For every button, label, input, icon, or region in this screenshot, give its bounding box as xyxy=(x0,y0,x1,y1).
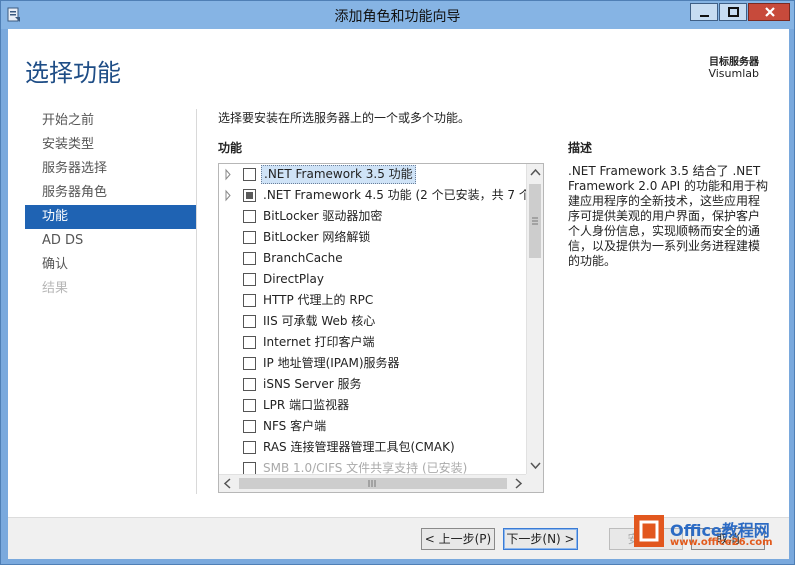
feature-row-net35[interactable]: .NET Framework 3.5 功能 xyxy=(219,164,527,185)
scroll-down-icon[interactable] xyxy=(527,457,544,474)
nav-divider xyxy=(196,109,197,494)
watermark: Office教程网 www.office26.com xyxy=(634,515,794,565)
feature-checkbox[interactable] xyxy=(243,252,256,265)
feature-checkbox[interactable] xyxy=(243,441,256,454)
feature-row-net45[interactable]: .NET Framework 4.5 功能 (2 个已安装，共 7 个) xyxy=(219,185,527,206)
feature-checkbox[interactable] xyxy=(243,336,256,349)
maximize-button[interactable] xyxy=(719,3,747,21)
nav-item-installation-type[interactable]: 安装类型 xyxy=(25,133,196,157)
grip-icon xyxy=(368,480,376,487)
minimize-button[interactable] xyxy=(690,3,718,21)
instruction-text: 选择要安装在所选服务器上的一个或多个功能。 xyxy=(218,111,471,125)
feature-label: SMB 1.0/CIFS 文件共享支持 (已安装) xyxy=(263,461,468,474)
title-bar[interactable]: 添加角色和功能向导 xyxy=(1,1,794,29)
feature-checkbox[interactable] xyxy=(243,462,256,474)
expand-arrow-icon[interactable] xyxy=(223,164,233,185)
feature-checkbox[interactable] xyxy=(243,210,256,223)
vertical-scroll-thumb[interactable] xyxy=(529,184,541,258)
feature-label: HTTP 代理上的 RPC xyxy=(263,293,374,307)
scrollbar-corner xyxy=(526,474,543,492)
target-server-value: Visumlab xyxy=(708,67,759,80)
grip-icon xyxy=(532,217,538,225)
scroll-up-icon[interactable] xyxy=(527,164,544,181)
wizard-steps-nav: 开始之前 安装类型 服务器选择 服务器角色 功能 AD DS 确认 结果 xyxy=(25,109,196,301)
feature-label: .NET Framework 4.5 功能 (2 个已安装，共 7 个) xyxy=(263,188,527,202)
feature-label: Internet 打印客户端 xyxy=(263,335,375,349)
description-heading: 描述 xyxy=(568,141,593,155)
vertical-scrollbar[interactable] xyxy=(526,164,543,474)
horizontal-scroll-thumb[interactable] xyxy=(239,478,507,489)
feature-checkbox[interactable] xyxy=(243,315,256,328)
feature-checkbox[interactable] xyxy=(243,420,256,433)
target-server-label: 目标服务器 xyxy=(709,57,759,68)
feature-row-lpr-port-monitor[interactable]: LPR 端口监视器 xyxy=(219,395,527,416)
feature-checkbox[interactable] xyxy=(243,294,256,307)
feature-checkbox[interactable] xyxy=(243,273,256,286)
feature-label: DirectPlay xyxy=(263,272,324,286)
feature-checkbox[interactable] xyxy=(243,189,256,202)
feature-checkbox[interactable] xyxy=(243,357,256,370)
close-icon xyxy=(765,7,775,17)
nav-item-results: 结果 xyxy=(42,281,69,296)
features-tree[interactable]: .NET Framework 3.5 功能 .NET Framework 4.5… xyxy=(218,163,544,493)
feature-row-ipam[interactable]: IP 地址管理(IPAM)服务器 xyxy=(219,353,527,374)
feature-checkbox[interactable] xyxy=(243,378,256,391)
previous-button[interactable]: < 上一步(P) xyxy=(421,528,495,550)
feature-label: iSNS Server 服务 xyxy=(263,377,362,391)
feature-row-isns[interactable]: iSNS Server 服务 xyxy=(219,374,527,395)
feature-label: BitLocker 驱动器加密 xyxy=(263,209,383,223)
nav-item-confirmation[interactable]: 确认 xyxy=(25,253,196,277)
feature-row-branchcache[interactable]: BranchCache xyxy=(219,248,527,269)
feature-row-rpc-over-http[interactable]: HTTP 代理上的 RPC xyxy=(219,290,527,311)
scroll-left-icon[interactable] xyxy=(219,475,236,492)
nav-item-features[interactable]: 功能 xyxy=(25,205,196,229)
minimize-icon xyxy=(700,15,709,17)
nav-item-server-selection[interactable]: 服务器选择 xyxy=(25,157,196,181)
office-logo-icon xyxy=(634,515,664,547)
feature-label: LPR 端口监视器 xyxy=(263,398,350,412)
nav-item-server-roles[interactable]: 服务器角色 xyxy=(25,181,196,205)
feature-label: BranchCache xyxy=(263,251,343,265)
features-heading: 功能 xyxy=(218,141,243,155)
description-text: .NET Framework 3.5 结合了 .NET Framework 2.… xyxy=(568,164,768,268)
feature-row-bitlocker-drive[interactable]: BitLocker 驱动器加密 xyxy=(219,206,527,227)
feature-label: IP 地址管理(IPAM)服务器 xyxy=(263,356,400,370)
feature-row-smb1[interactable]: SMB 1.0/CIFS 文件共享支持 (已安装) xyxy=(219,458,527,474)
wizard-window: 添加角色和功能向导 选择功能 目标服务器 Visumlab 开始之前 安装类型 … xyxy=(0,0,795,565)
feature-checkbox[interactable] xyxy=(243,399,256,412)
feature-checkbox[interactable] xyxy=(243,231,256,244)
nav-item-before-you-begin[interactable]: 开始之前 xyxy=(25,109,196,133)
scroll-right-icon[interactable] xyxy=(510,475,527,492)
watermark-url: www.office26.com xyxy=(670,537,773,548)
page-title: 选择功能 xyxy=(25,59,121,87)
horizontal-scrollbar[interactable] xyxy=(219,474,527,492)
nav-item-ad-ds[interactable]: AD DS xyxy=(25,229,196,253)
feature-row-directplay[interactable]: DirectPlay xyxy=(219,269,527,290)
feature-row-bitlocker-network[interactable]: BitLocker 网络解锁 xyxy=(219,227,527,248)
maximize-icon xyxy=(728,7,739,17)
next-button[interactable]: 下一步(N) > xyxy=(503,528,578,550)
window-title: 添加角色和功能向导 xyxy=(334,9,461,25)
feature-label: RAS 连接管理器管理工具包(CMAK) xyxy=(263,440,455,454)
feature-label: NFS 客户端 xyxy=(263,419,327,433)
feature-label: IIS 可承载 Web 核心 xyxy=(263,314,376,328)
expand-arrow-icon[interactable] xyxy=(223,185,233,206)
feature-label: BitLocker 网络解锁 xyxy=(263,230,371,244)
feature-row-iis-hostable-web-core[interactable]: IIS 可承载 Web 核心 xyxy=(219,311,527,332)
feature-row-ras-cmak[interactable]: RAS 连接管理器管理工具包(CMAK) xyxy=(219,437,527,458)
close-button[interactable] xyxy=(748,3,790,21)
feature-row-nfs-client[interactable]: NFS 客户端 xyxy=(219,416,527,437)
feature-row-internet-printing[interactable]: Internet 打印客户端 xyxy=(219,332,527,353)
wizard-client-area: 选择功能 目标服务器 Visumlab 开始之前 安装类型 服务器选择 服务器角… xyxy=(8,29,789,559)
feature-label: .NET Framework 3.5 功能 xyxy=(261,165,416,184)
feature-checkbox[interactable] xyxy=(243,168,256,181)
features-list: .NET Framework 3.5 功能 .NET Framework 4.5… xyxy=(219,164,527,474)
